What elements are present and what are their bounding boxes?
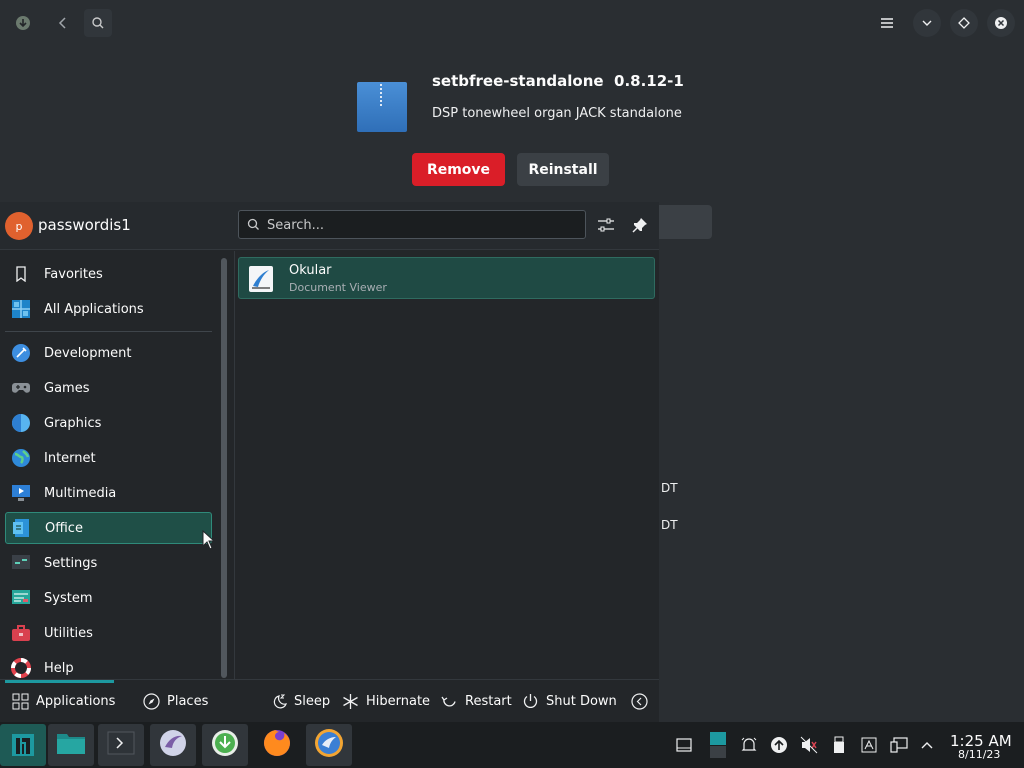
graphics-icon [10, 412, 32, 434]
sidebar-item-all-applications[interactable]: All Applications [5, 293, 212, 325]
maximize-icon[interactable] [950, 9, 978, 37]
back-icon[interactable] [49, 9, 77, 37]
app-logo-icon [9, 9, 37, 37]
reinstall-button[interactable]: Reinstall [517, 153, 609, 186]
office-icon [11, 517, 33, 539]
sleep-button[interactable]: Sleep [270, 680, 330, 723]
folder-icon [56, 731, 86, 759]
toolbox-icon [10, 622, 32, 644]
username: passwordis1 [38, 216, 131, 234]
updates-icon[interactable] [769, 735, 789, 755]
development-icon [10, 342, 32, 364]
shutdown-button[interactable]: Shut Down [522, 680, 617, 723]
task-firefox[interactable] [254, 724, 300, 766]
sidebar-item-office[interactable]: Office [5, 512, 212, 544]
result-name: Okular [289, 263, 332, 278]
restart-button[interactable]: Restart [441, 680, 512, 723]
sidebar-item-games[interactable]: Games [5, 372, 212, 404]
download-icon [211, 729, 239, 761]
remove-button[interactable]: Remove [412, 153, 505, 186]
system-icon [10, 587, 32, 609]
virtual-desktop-icon[interactable] [708, 731, 728, 759]
firefox-icon [262, 728, 292, 762]
minimize-icon[interactable] [913, 9, 941, 37]
package-description: DSP tonewheel organ JACK standalone [432, 106, 682, 121]
background-text: DT [661, 481, 678, 495]
task-konsole[interactable] [98, 724, 144, 766]
sidebar-item-settings[interactable]: Settings [5, 547, 212, 579]
grid-icon [12, 693, 29, 710]
pin-icon[interactable] [629, 214, 651, 236]
search-input[interactable] [267, 215, 567, 235]
tab-places[interactable]: Places [143, 680, 208, 723]
bookmark-icon [10, 263, 32, 285]
task-dolphin[interactable] [48, 724, 94, 766]
search-icon[interactable] [84, 9, 112, 37]
category-sidebar: Favorites All Applications Development G… [0, 251, 216, 679]
close-icon[interactable] [987, 9, 1015, 37]
configure-icon[interactable] [595, 214, 617, 236]
globe-icon [10, 447, 32, 469]
gamepad-icon [10, 377, 32, 399]
package-title: setbfree-standalone 0.8.12-1 [432, 72, 684, 90]
hamburger-menu-icon[interactable] [873, 9, 901, 37]
panel-divider [234, 251, 235, 679]
sidebar-item-system[interactable]: System [5, 582, 212, 614]
sidebar-item-internet[interactable]: Internet [5, 442, 212, 474]
grid-icon [10, 298, 32, 320]
text-input-icon[interactable] [859, 735, 879, 755]
sidebar-divider [5, 331, 212, 332]
sidebar-item-development[interactable]: Development [5, 337, 212, 369]
app-blue-icon [314, 728, 344, 762]
sidebar-item-graphics[interactable]: Graphics [5, 407, 212, 439]
archive-icon [357, 82, 407, 132]
sidebar-scrollbar[interactable] [221, 258, 227, 678]
hibernate-button[interactable]: Hibernate [342, 680, 430, 723]
terminal-icon [107, 731, 135, 759]
multimedia-icon [10, 482, 32, 504]
sleep-icon [270, 693, 287, 710]
eagle-icon [159, 729, 187, 761]
avatar[interactable]: p [5, 212, 33, 240]
result-description: Document Viewer [289, 281, 387, 294]
network-icon[interactable] [889, 735, 909, 755]
app-toolbar [0, 0, 1024, 46]
power-icon [522, 693, 539, 710]
sidebar-item-favorites[interactable]: Favorites [5, 258, 212, 290]
sidebar-item-multimedia[interactable]: Multimedia [5, 477, 212, 509]
taskbar [0, 722, 1024, 768]
show-desktop-icon[interactable] [674, 735, 694, 755]
compass-icon [143, 693, 160, 710]
result-item-okular[interactable]: Okular Document Viewer [238, 257, 655, 299]
chevron-up-icon[interactable] [917, 735, 937, 755]
lifebuoy-icon [10, 657, 32, 679]
task-app-blue[interactable] [306, 724, 352, 766]
snowflake-icon [342, 693, 359, 710]
application-launcher-button[interactable] [0, 724, 46, 766]
restart-icon [441, 693, 458, 710]
mouse-cursor-icon [202, 529, 216, 554]
more-options-button[interactable] [631, 680, 655, 723]
settings-icon [10, 552, 32, 574]
usb-device-icon[interactable] [829, 735, 849, 755]
volume-muted-icon[interactable] [799, 735, 819, 755]
okular-icon [249, 266, 273, 292]
search-icon [247, 218, 260, 235]
launcher-footer: Applications Places Sleep Hibernate Rest… [0, 679, 659, 722]
sidebar-item-utilities[interactable]: Utilities [5, 617, 212, 649]
application-launcher: p passwordis1 Favorites All Applications… [0, 202, 659, 722]
background-text: DT [661, 518, 678, 532]
task-discover[interactable] [202, 724, 248, 766]
chevron-left-icon [631, 693, 648, 710]
tab-applications[interactable]: Applications [12, 680, 115, 723]
notifications-icon[interactable] [739, 735, 759, 755]
launcher-header: p passwordis1 [0, 202, 659, 250]
clock-date[interactable]: 8/11/23 [958, 748, 1000, 761]
search-field[interactable] [238, 210, 586, 239]
task-app-eagle[interactable] [150, 724, 196, 766]
